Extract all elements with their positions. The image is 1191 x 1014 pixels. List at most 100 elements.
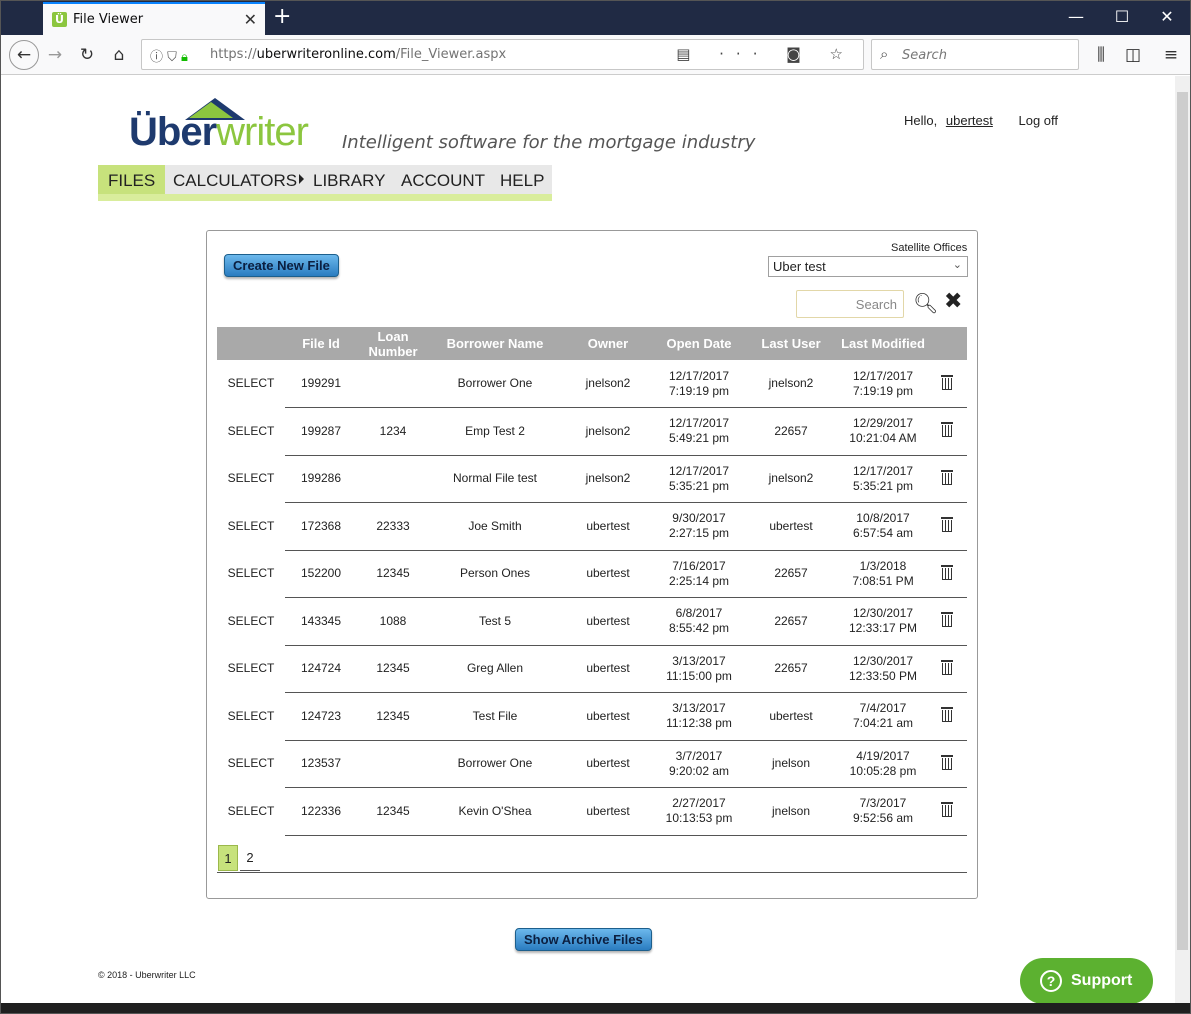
select-link[interactable]: SELECT — [217, 408, 285, 456]
page-content: Überwriter Intelligent software for the … — [1, 76, 1175, 1004]
col-loan-number[interactable]: Loan Number — [357, 327, 429, 360]
minimize-button[interactable]: — — [1053, 7, 1099, 26]
url-bar[interactable]: ⓘ ⛉ 🔒︎ https://uberwriteronline.com/File… — [141, 39, 864, 70]
loan-number-cell — [357, 740, 429, 788]
table-row[interactable]: SELECT 122336 12345 Kevin O'Shea ubertest 2/2… — [217, 787, 967, 836]
last-user-cell: jnelson — [743, 787, 839, 836]
forward-arrow-icon[interactable]: → — [43, 43, 67, 67]
borrower-name-cell: Borrower One — [429, 740, 561, 788]
menu-files[interactable]: FILES — [98, 165, 166, 194]
sidebar-icon[interactable]: ◫ — [1121, 43, 1145, 67]
modified-time: 7:08:51 PM — [852, 573, 914, 588]
modified-time: 7:19:19 pm — [852, 383, 914, 398]
table-row[interactable]: SELECT 123537 Borrower One ubertest 3/7/2017… — [217, 740, 967, 788]
satellite-offices-select[interactable]: Uber test ⌄ — [768, 256, 968, 277]
select-link[interactable]: SELECT — [217, 645, 285, 693]
trash-icon[interactable] — [940, 469, 954, 485]
select-link[interactable]: SELECT — [217, 693, 285, 741]
table-row[interactable]: SELECT 152200 12345 Person Ones ubertest 7/16… — [217, 550, 967, 598]
trash-icon[interactable] — [940, 754, 954, 770]
support-button[interactable]: ? Support — [1020, 958, 1153, 1004]
window-close-button[interactable]: ✕ — [1144, 7, 1190, 26]
open-date-cell: 12/17/2017 5:35:21 pm — [655, 455, 743, 503]
file-panel: Create New File Satellite Offices Uber t… — [206, 230, 978, 899]
select-link[interactable]: SELECT — [217, 740, 285, 788]
table-row[interactable]: SELECT 199287 1234 Emp Test 2 jnelson2 12/17/… — [217, 407, 967, 456]
table-row[interactable]: SELECT 124723 12345 Test File ubertest 3/13/2… — [217, 692, 967, 741]
col-file-id[interactable]: File Id — [285, 327, 357, 360]
trash-icon[interactable] — [940, 706, 954, 723]
open-date: 3/7/2017 — [675, 748, 723, 763]
create-new-file-button[interactable]: Create New File — [224, 254, 339, 277]
last-user-cell: 22657 — [743, 597, 839, 646]
page-1-button[interactable]: 1 — [218, 845, 238, 871]
modified-date: 7/4/2017 — [859, 701, 907, 716]
new-tab-button[interactable]: + — [273, 4, 291, 29]
scrollbar-thumb[interactable] — [1177, 92, 1188, 950]
open-date-cell: 6/8/2017 8:55:42 pm — [655, 597, 743, 646]
select-link[interactable]: SELECT — [217, 788, 285, 836]
trash-icon[interactable] — [940, 374, 954, 390]
menu-help[interactable]: HELP — [500, 171, 544, 191]
select-link[interactable]: SELECT — [217, 550, 285, 598]
logoff-link[interactable]: Log off — [1018, 113, 1058, 128]
trash-icon[interactable] — [940, 611, 954, 628]
trash-icon[interactable] — [940, 564, 954, 580]
open-date-cell: 2/27/2017 10:13:53 pm — [655, 787, 743, 836]
loan-number-cell: 12345 — [357, 550, 429, 598]
reload-icon[interactable]: ↻ — [75, 43, 99, 67]
select-link[interactable]: SELECT — [217, 598, 285, 646]
loan-number-cell: 12345 — [357, 787, 429, 836]
last-user-cell: ubertest — [743, 502, 839, 551]
home-icon[interactable]: ⌂ — [107, 43, 131, 67]
tab-close-icon[interactable]: ✕ — [244, 10, 257, 29]
loan-number-cell: 1088 — [357, 597, 429, 646]
modified-time: 12:33:50 PM — [848, 668, 918, 683]
page-actions-icon[interactable]: ▤ ··· ◙ ☆ — [676, 45, 855, 63]
username-link[interactable]: ubertest — [946, 113, 993, 128]
url-text[interactable]: https://uberwriteronline.com/File_Viewer… — [210, 47, 506, 62]
table-row[interactable]: SELECT 124724 12345 Greg Allen ubertest 3/13/… — [217, 645, 967, 693]
select-link[interactable]: SELECT — [217, 360, 285, 408]
last-modified-cell: 7/4/2017 7:04:21 am — [839, 692, 927, 741]
trash-icon[interactable] — [940, 421, 954, 438]
search-icon: ⌕ — [880, 45, 889, 63]
col-borrower-name[interactable]: Borrower Name — [429, 327, 561, 360]
hamburger-menu-icon[interactable]: ≡ — [1159, 43, 1183, 67]
show-archive-files-button[interactable]: Show Archive Files — [515, 928, 652, 951]
table-row[interactable]: SELECT 172368 22333 Joe Smith ubertest 9/30/2… — [217, 502, 967, 551]
back-arrow-icon[interactable]: ← — [9, 40, 39, 70]
greeting: Hello, — [904, 113, 938, 128]
menu-account[interactable]: ACCOUNT — [401, 171, 485, 191]
site-info-icon[interactable]: ⓘ ⛉ 🔒︎ — [150, 46, 188, 65]
library-icon[interactable]: ⫼ — [1089, 43, 1113, 67]
search-icon[interactable]: 🔍︎ — [913, 291, 938, 315]
col-last-modified[interactable]: Last Modified — [839, 327, 927, 360]
page-2-button[interactable]: 2 — [240, 845, 260, 871]
col-owner[interactable]: Owner — [561, 327, 655, 360]
file-id-cell: 122336 — [285, 787, 357, 836]
select-link[interactable]: SELECT — [217, 455, 285, 503]
col-open-date[interactable]: Open Date — [655, 327, 743, 360]
table-header-row: File Id Loan Number Borrower Name Owner … — [217, 327, 967, 360]
menu-calculators[interactable]: CALCULATORS — [173, 171, 305, 191]
trash-icon[interactable] — [940, 516, 954, 533]
browser-search-field[interactable]: ⌕ Search — [871, 39, 1079, 70]
trash-icon[interactable] — [940, 659, 954, 675]
browser-tab[interactable]: Ü File Viewer ✕ — [43, 2, 265, 35]
table-row[interactable]: SELECT 199291 Borrower One jnelson2 12/17/20… — [217, 360, 967, 408]
last-modified-cell: 12/30/2017 12:33:17 PM — [839, 597, 927, 646]
maximize-button[interactable]: ☐ — [1099, 7, 1145, 26]
page-scrollbar[interactable] — [1175, 76, 1190, 1003]
menu-library[interactable]: LIBRARY — [313, 171, 385, 191]
open-date-cell: 3/7/2017 9:20:02 am — [655, 740, 743, 788]
table-row[interactable]: SELECT 199286 Normal File test jnelson2 12/1… — [217, 455, 967, 503]
table-row[interactable]: SELECT 143345 1088 Test 5 ubertest 6/8/2017 8:… — [217, 597, 967, 646]
clear-search-icon[interactable]: ✖ — [944, 289, 962, 314]
select-link[interactable]: SELECT — [217, 503, 285, 551]
file-id-cell: 152200 — [285, 550, 357, 598]
trash-icon[interactable] — [940, 801, 954, 818]
col-last-user[interactable]: Last User — [743, 327, 839, 360]
file-search-input[interactable]: Search — [796, 290, 904, 318]
delete-cell — [927, 645, 967, 693]
